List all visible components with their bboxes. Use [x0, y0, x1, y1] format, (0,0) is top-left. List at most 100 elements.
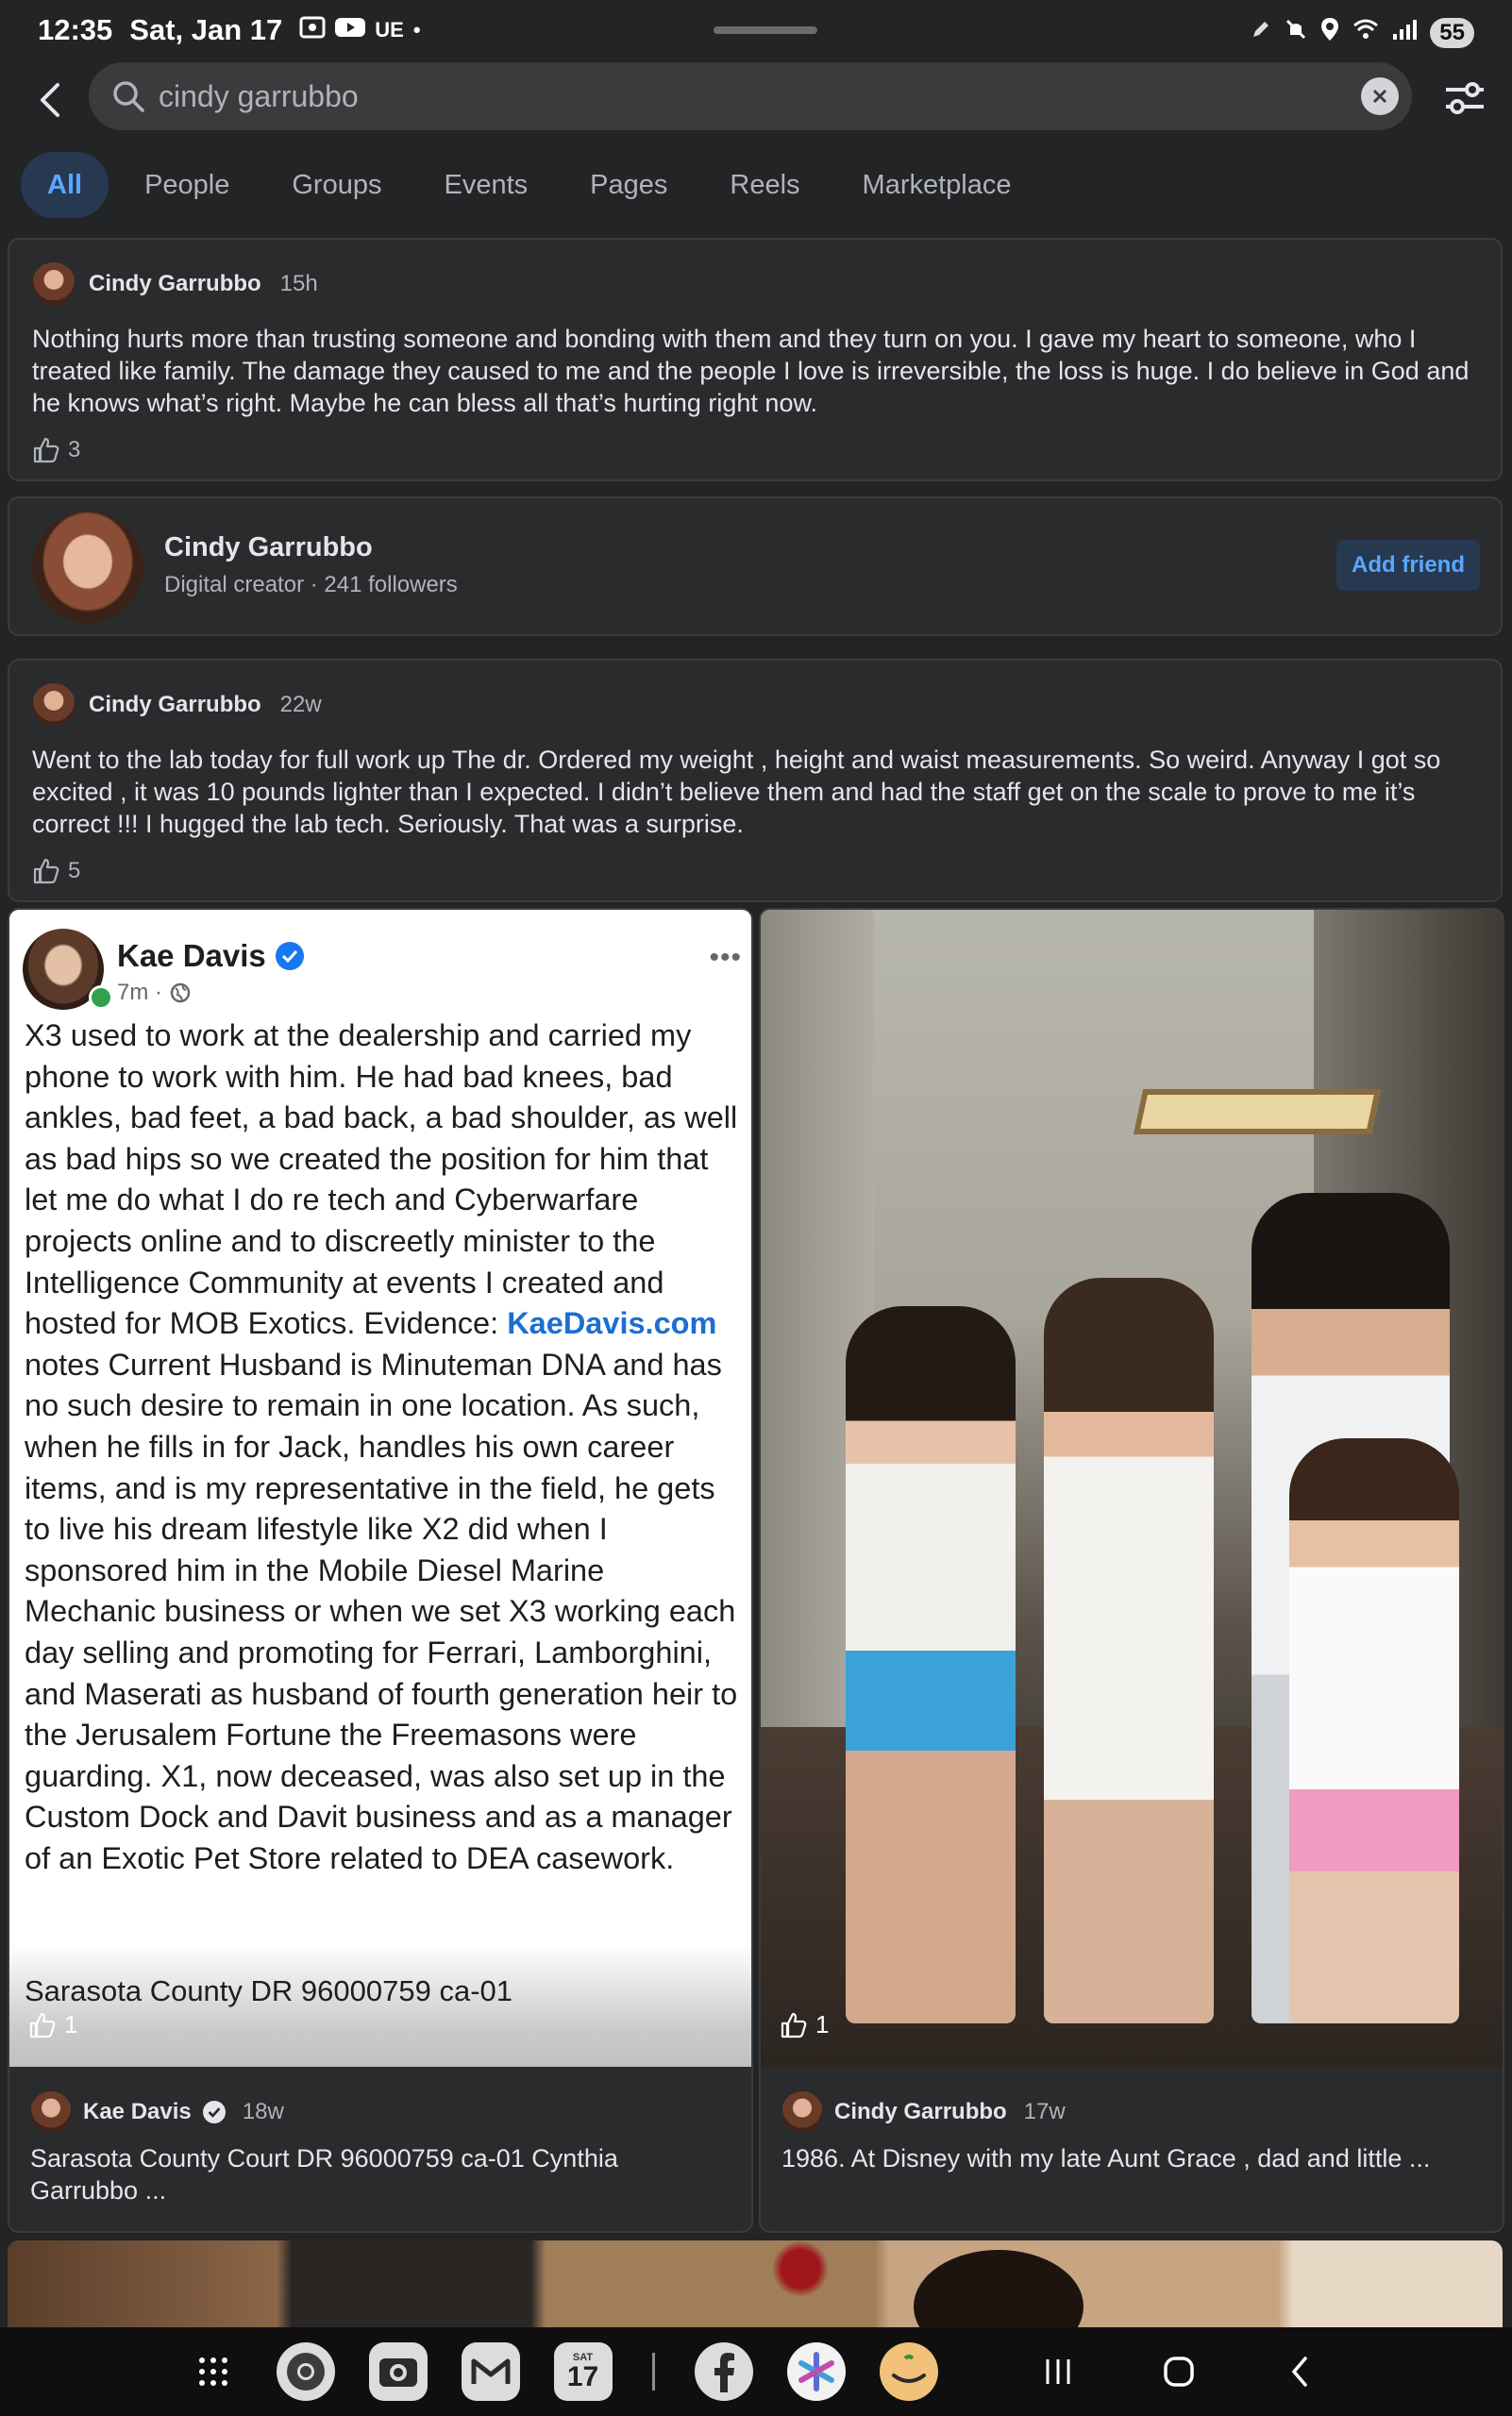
- system-nav-bar: SAT 17: [0, 2327, 1512, 2416]
- photo-ceiling-light: [1133, 1089, 1382, 1134]
- tab-events[interactable]: Events: [417, 152, 554, 218]
- status-bar: 12:35 Sat, Jan 17 UE • 55: [0, 0, 1512, 62]
- screenshot-footer: Sarasota County DR 96000759 ca-01: [25, 1974, 512, 2007]
- screen-record-icon: [299, 16, 326, 44]
- signal-icon: [1392, 19, 1418, 46]
- profile-result[interactable]: Cindy Garrubbo Digital creator · 241 fol…: [8, 496, 1503, 636]
- like-count[interactable]: 5: [32, 857, 80, 885]
- post-card[interactable]: Cindy Garrubbo 22w Went to the lab today…: [8, 659, 1503, 902]
- tab-all[interactable]: All: [21, 152, 109, 218]
- wifi-icon: [1352, 19, 1379, 46]
- search-header: cindy garrubbo: [0, 62, 1512, 138]
- tab-marketplace[interactable]: Marketplace: [836, 152, 1038, 218]
- avatar[interactable]: [781, 2091, 823, 2133]
- filter-tabs: All People Groups Events Pages Reels Mar…: [21, 151, 1038, 219]
- location-icon: [1320, 17, 1339, 48]
- post-header: Cindy Garrubbo 22w: [32, 683, 322, 727]
- chrome-icon[interactable]: [276, 2342, 335, 2401]
- perplexity-icon[interactable]: [786, 2342, 846, 2401]
- status-notification-icons: UE •: [299, 16, 421, 44]
- post-image[interactable]: 1: [761, 910, 1503, 2067]
- post-time: 18w: [242, 2099, 284, 2124]
- mute-icon: [1285, 18, 1307, 47]
- avatar[interactable]: [30, 2091, 72, 2133]
- like-count[interactable]: 3: [32, 436, 80, 464]
- screenshot-author-name: Kae Davis: [117, 938, 266, 973]
- status-left: 12:35 Sat, Jan 17 UE •: [38, 13, 421, 47]
- search-bar[interactable]: cindy garrubbo: [89, 62, 1412, 130]
- add-friend-button[interactable]: Add friend: [1336, 540, 1480, 591]
- post-author[interactable]: Cindy Garrubbo: [89, 692, 261, 718]
- profile-name[interactable]: Cindy Garrubbo: [164, 532, 373, 563]
- gmail-icon[interactable]: [461, 2342, 520, 2401]
- screenshot-author: Kae Davis: [117, 938, 304, 974]
- tab-people[interactable]: People: [118, 152, 256, 218]
- search-input[interactable]: cindy garrubbo: [159, 79, 1412, 114]
- post-image[interactable]: Kae Davis 7m · ••• X3 used to work at th…: [9, 910, 751, 2067]
- thumbs-up-icon: [29, 2012, 56, 2038]
- post-text: Went to the lab today for full work up T…: [32, 746, 1441, 838]
- verified-badge-icon: [275, 942, 304, 970]
- filter-button[interactable]: [1436, 72, 1493, 125]
- recents-button[interactable]: [1029, 2342, 1087, 2401]
- status-time: 12:35: [38, 13, 113, 46]
- tab-pages[interactable]: Pages: [563, 152, 694, 218]
- facebook-icon[interactable]: [694, 2342, 753, 2401]
- notch-pill: [714, 26, 817, 34]
- avatar[interactable]: [32, 262, 76, 306]
- like-count-value: 1: [815, 2010, 830, 2038]
- photo-post-tile[interactable]: 1 Cindy Garrubbo 17w 1986. At Disney wit…: [759, 908, 1504, 2233]
- post-header: Kae Davis 18w: [30, 2091, 284, 2133]
- back-button[interactable]: [1270, 2342, 1329, 2401]
- post-header: Cindy Garrubbo 15h: [32, 262, 318, 306]
- screenshot-text-part: notes Current Husband is Minuteman DNA a…: [25, 1347, 738, 1875]
- thumbs-up-icon: [781, 2012, 807, 2038]
- post-author[interactable]: Kae Davis: [83, 2099, 192, 2125]
- screenshot-link: KaeDavis.com: [507, 1306, 717, 1341]
- post-time: 15h: [279, 271, 318, 296]
- status-date: Sat, Jan 17: [129, 13, 283, 46]
- dot-icon: •: [412, 18, 421, 42]
- profile-subtitle: Digital creator · 241 followers: [164, 572, 458, 597]
- apps-grid-icon[interactable]: [184, 2342, 243, 2401]
- photo-person: [846, 1306, 1016, 2023]
- screenshot-image: Kae Davis 7m · ••• X3 used to work at th…: [9, 910, 751, 2067]
- thumbs-up-icon: [33, 858, 59, 884]
- clear-search-button[interactable]: [1361, 77, 1399, 115]
- globe-icon: [170, 982, 191, 1003]
- post-author[interactable]: Cindy Garrubbo: [89, 271, 261, 297]
- verified-badge-icon: [202, 2101, 226, 2123]
- post-time: 22w: [279, 692, 322, 717]
- camera-icon[interactable]: [368, 2342, 428, 2401]
- calendar-icon[interactable]: SAT 17: [553, 2342, 613, 2401]
- photo-post-tile[interactable]: Kae Davis 7m · ••• X3 used to work at th…: [8, 908, 753, 2233]
- close-icon: [1372, 89, 1387, 104]
- chevron-left-icon: [41, 83, 59, 117]
- battery-icon: 55: [1430, 17, 1474, 48]
- search-icon: [109, 77, 147, 115]
- photo-person: [914, 2250, 1084, 2327]
- like-count-value: 1: [64, 2010, 78, 2038]
- like-count-value: 5: [68, 858, 81, 883]
- amazon-icon[interactable]: [879, 2342, 938, 2401]
- screenshot-time: 7m ·: [117, 980, 162, 1005]
- tab-reels[interactable]: Reels: [703, 152, 826, 218]
- screenshot-meta: 7m ·: [117, 980, 191, 1006]
- more-options-icon: •••: [709, 942, 742, 973]
- post-caption: Sarasota County Court DR 96000759 ca-01 …: [30, 2144, 618, 2205]
- like-count[interactable]: 1: [28, 2010, 77, 2039]
- screenshot-text: X3 used to work at the dealership and ca…: [25, 1015, 738, 1879]
- online-status-icon: [89, 985, 113, 1010]
- avatar[interactable]: [32, 683, 76, 727]
- avatar[interactable]: [32, 512, 143, 623]
- post-card[interactable]: Cindy Garrubbo 15h Nothing hurts more th…: [8, 238, 1503, 481]
- home-button[interactable]: [1150, 2342, 1208, 2401]
- like-count[interactable]: 1: [780, 2010, 829, 2039]
- status-right: 55: [1251, 17, 1474, 48]
- back-button[interactable]: [23, 74, 79, 126]
- post-author[interactable]: Cindy Garrubbo: [834, 2099, 1007, 2125]
- next-post-image[interactable]: [8, 2240, 1503, 2327]
- calendar-date: 17: [566, 2360, 599, 2392]
- tab-groups[interactable]: Groups: [265, 152, 408, 218]
- pen-icon: [1251, 19, 1271, 46]
